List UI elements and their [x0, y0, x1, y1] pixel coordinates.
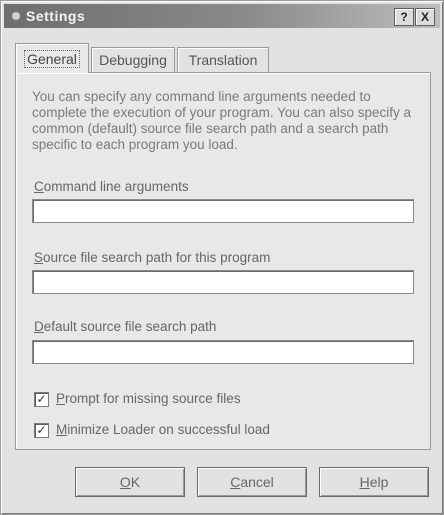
settings-dialog: Settings ? X General Debugging Translati… — [0, 0, 444, 515]
title-bar[interactable]: Settings ? X — [4, 4, 440, 28]
default-path-label: Default source file search path — [34, 319, 217, 334]
command-line-label: Command line arguments — [34, 179, 189, 194]
tab-debugging[interactable]: Debugging — [91, 47, 175, 72]
ok-button[interactable]: OK — [75, 467, 185, 497]
window-icon — [12, 12, 20, 20]
tab-general[interactable]: General — [15, 43, 89, 73]
description-text: You can specify any command line argumen… — [32, 89, 411, 152]
source-path-label: Source file search path for this program — [34, 250, 271, 265]
tab-general-label: General — [24, 50, 80, 68]
tab-translation-label: Translation — [188, 52, 258, 68]
command-line-input[interactable] — [32, 199, 414, 223]
prompt-missing-label: Prompt for missing source files — [56, 391, 241, 406]
minimize-loader-checkbox[interactable]: ✓ — [34, 423, 49, 438]
default-path-input[interactable] — [32, 340, 414, 364]
tab-debugging-label: Debugging — [99, 52, 167, 68]
help-button[interactable]: Help — [319, 467, 429, 497]
minimize-loader-label: Minimize Loader on successful load — [56, 422, 270, 437]
prompt-missing-checkbox[interactable]: ✓ — [34, 392, 49, 407]
window-title: Settings — [26, 8, 86, 24]
close-button[interactable]: X — [415, 8, 435, 26]
tab-translation[interactable]: Translation — [177, 47, 269, 72]
cancel-button[interactable]: Cancel — [197, 467, 307, 497]
help-title-button[interactable]: ? — [394, 8, 414, 26]
source-path-input[interactable] — [32, 270, 414, 294]
general-panel: You can specify any command line argumen… — [15, 72, 431, 450]
